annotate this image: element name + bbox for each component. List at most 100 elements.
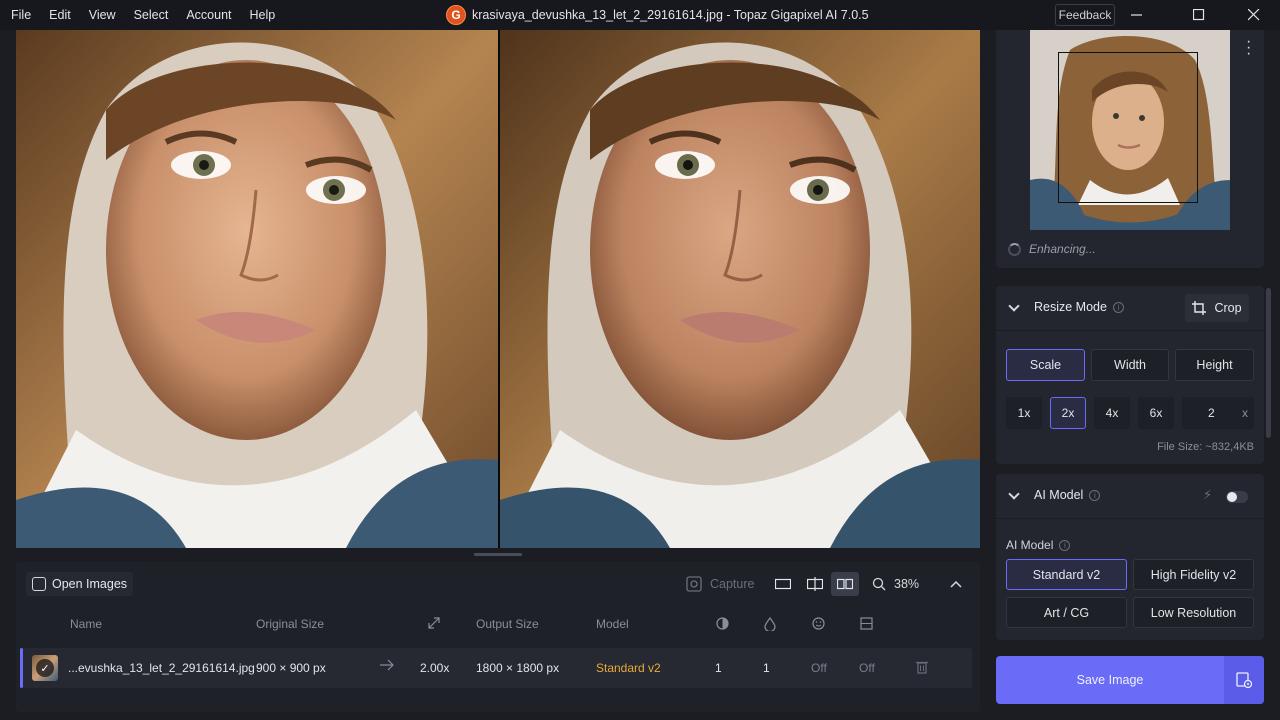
chevron-down-icon — [1008, 488, 1020, 500]
save-image-control: Save Image — [996, 656, 1264, 704]
custom-scale-unit: x — [1242, 406, 1248, 420]
split-view-button[interactable] — [801, 572, 829, 596]
menu-account[interactable]: Account — [186, 8, 231, 22]
capture-label: Capture — [710, 577, 755, 591]
mode-width-button[interactable]: Width — [1091, 349, 1169, 381]
denoise-icon — [716, 617, 729, 630]
lightning-icon: ⚡ — [1203, 487, 1213, 502]
header-original-size[interactable]: Original Size — [256, 617, 324, 631]
enhancing-label: Enhancing... — [1029, 242, 1096, 256]
layers-icon — [860, 617, 873, 630]
droplet-icon — [764, 616, 776, 633]
row-original-size: 900 × 900 px — [256, 661, 326, 675]
header-name[interactable]: Name — [70, 617, 102, 631]
app-logo-icon: G — [446, 5, 466, 25]
face-icon — [812, 617, 825, 630]
info-icon[interactable]: i — [1112, 302, 1124, 314]
crop-icon — [1192, 301, 1207, 315]
row-denoise-value: 1 — [715, 661, 722, 675]
row-model: Standard v2 — [596, 661, 661, 675]
original-image-pane[interactable] — [16, 30, 498, 548]
menu-view[interactable]: View — [89, 8, 116, 22]
table-row[interactable]: ✓ ...evushka_13_let_2_29161614.jpg 900 ×… — [20, 648, 972, 688]
window-title-text: krasivaya_devushka_13_let_2_29161614.jpg… — [472, 8, 869, 22]
panel-resize-handle[interactable] — [474, 553, 522, 556]
scale-4x-button[interactable]: 4x — [1094, 397, 1130, 429]
scale-6x-button[interactable]: 6x — [1138, 397, 1174, 429]
image-thumbnail[interactable]: ✓ — [32, 655, 58, 681]
arrow-right-icon — [380, 659, 394, 674]
header-scale[interactable] — [428, 617, 440, 632]
original-portrait-image — [16, 30, 498, 548]
enhancing-status: Enhancing... — [1008, 242, 1096, 256]
side-by-side-icon — [837, 578, 853, 590]
more-options-icon[interactable]: · · · — [1246, 34, 1251, 62]
export-settings-button[interactable] — [1224, 656, 1264, 704]
close-button[interactable] — [1231, 0, 1277, 30]
image-icon — [32, 577, 46, 591]
info-icon[interactable]: i — [1059, 540, 1071, 552]
minimize-button[interactable] — [1114, 0, 1160, 30]
crop-button[interactable]: Crop — [1185, 294, 1249, 322]
enhanced-image-pane[interactable] — [500, 30, 980, 548]
model-high-fidelity-v2-button[interactable]: High Fidelity v2 — [1133, 559, 1254, 590]
crop-label: Crop — [1214, 301, 1242, 315]
row-output-size: 1800 × 1800 px — [476, 661, 560, 675]
row-other-value: Off — [859, 661, 875, 675]
capture-button[interactable]: Capture — [686, 572, 754, 596]
expand-icon — [428, 617, 440, 629]
spinner-icon — [1008, 242, 1021, 256]
enhanced-portrait-image — [500, 30, 980, 548]
mode-height-button[interactable]: Height — [1175, 349, 1254, 381]
collapse-panel-button[interactable] — [950, 572, 962, 596]
ai-model-sublabel: AI Model i — [1006, 538, 1071, 552]
export-settings-icon — [1236, 672, 1252, 688]
open-images-label: Open Images — [52, 577, 128, 591]
model-art-cg-button[interactable]: Art / CG — [1006, 597, 1127, 628]
file-size-label: File Size: ~832,4KB — [1157, 441, 1254, 453]
menu-file[interactable]: File — [11, 8, 31, 22]
ai-model-toggle[interactable] — [1226, 491, 1248, 503]
delete-button[interactable] — [916, 660, 928, 677]
resize-mode-panel: Resize Mode i Crop Scale Width Height 1x … — [996, 286, 1264, 464]
feedback-button[interactable]: Feedback — [1055, 4, 1115, 26]
header-sharpen[interactable] — [764, 616, 776, 634]
maximize-button[interactable] — [1176, 0, 1222, 30]
ai-model-header[interactable]: AI Model i ⚡ — [996, 474, 1264, 518]
model-low-resolution-button[interactable]: Low Resolution — [1133, 597, 1254, 628]
toggle-knob — [1227, 492, 1237, 502]
menu-help[interactable]: Help — [250, 8, 276, 22]
zoom-control[interactable]: 38% — [872, 572, 919, 596]
custom-scale-value: 2 — [1208, 406, 1215, 420]
side-by-side-view-button[interactable] — [831, 572, 859, 596]
navigator-panel: · · · Enhancing... — [996, 30, 1264, 268]
header-denoise[interactable] — [716, 617, 729, 633]
header-output-size[interactable]: Output Size — [476, 617, 539, 631]
open-images-button[interactable]: Open Images — [26, 572, 134, 596]
header-other[interactable] — [860, 617, 873, 633]
chevron-down-icon — [1008, 300, 1020, 312]
navigator-thumbnail[interactable] — [1030, 30, 1230, 230]
zoom-icon — [872, 577, 886, 591]
image-viewer[interactable] — [16, 30, 980, 548]
custom-scale-input[interactable]: 2 x — [1182, 397, 1254, 429]
check-icon: ✓ — [36, 659, 54, 677]
single-view-icon — [775, 578, 791, 590]
single-view-button[interactable] — [769, 572, 797, 596]
resize-mode-header[interactable]: Resize Mode i Crop — [996, 286, 1264, 330]
menu-select[interactable]: Select — [134, 8, 169, 22]
divider — [996, 330, 1264, 331]
mode-scale-button[interactable]: Scale — [1006, 349, 1085, 381]
header-model[interactable]: Model — [596, 617, 629, 631]
scale-1x-button[interactable]: 1x — [1006, 397, 1042, 429]
window-title: G krasivaya_devushka_13_let_2_29161614.j… — [446, 5, 869, 25]
header-face-recovery[interactable] — [812, 617, 825, 633]
info-icon[interactable]: i — [1089, 490, 1101, 502]
navigator-viewport-box[interactable] — [1058, 52, 1198, 203]
scale-2x-button[interactable]: 2x — [1050, 397, 1086, 429]
menu-edit[interactable]: Edit — [49, 8, 71, 22]
right-panel-scrollbar[interactable] — [1266, 288, 1271, 438]
save-image-button[interactable]: Save Image — [996, 656, 1224, 704]
model-standard-v2-button[interactable]: Standard v2 — [1006, 559, 1127, 590]
ai-model-panel: AI Model i ⚡ AI Model i Standard v2 High F… — [996, 474, 1264, 640]
